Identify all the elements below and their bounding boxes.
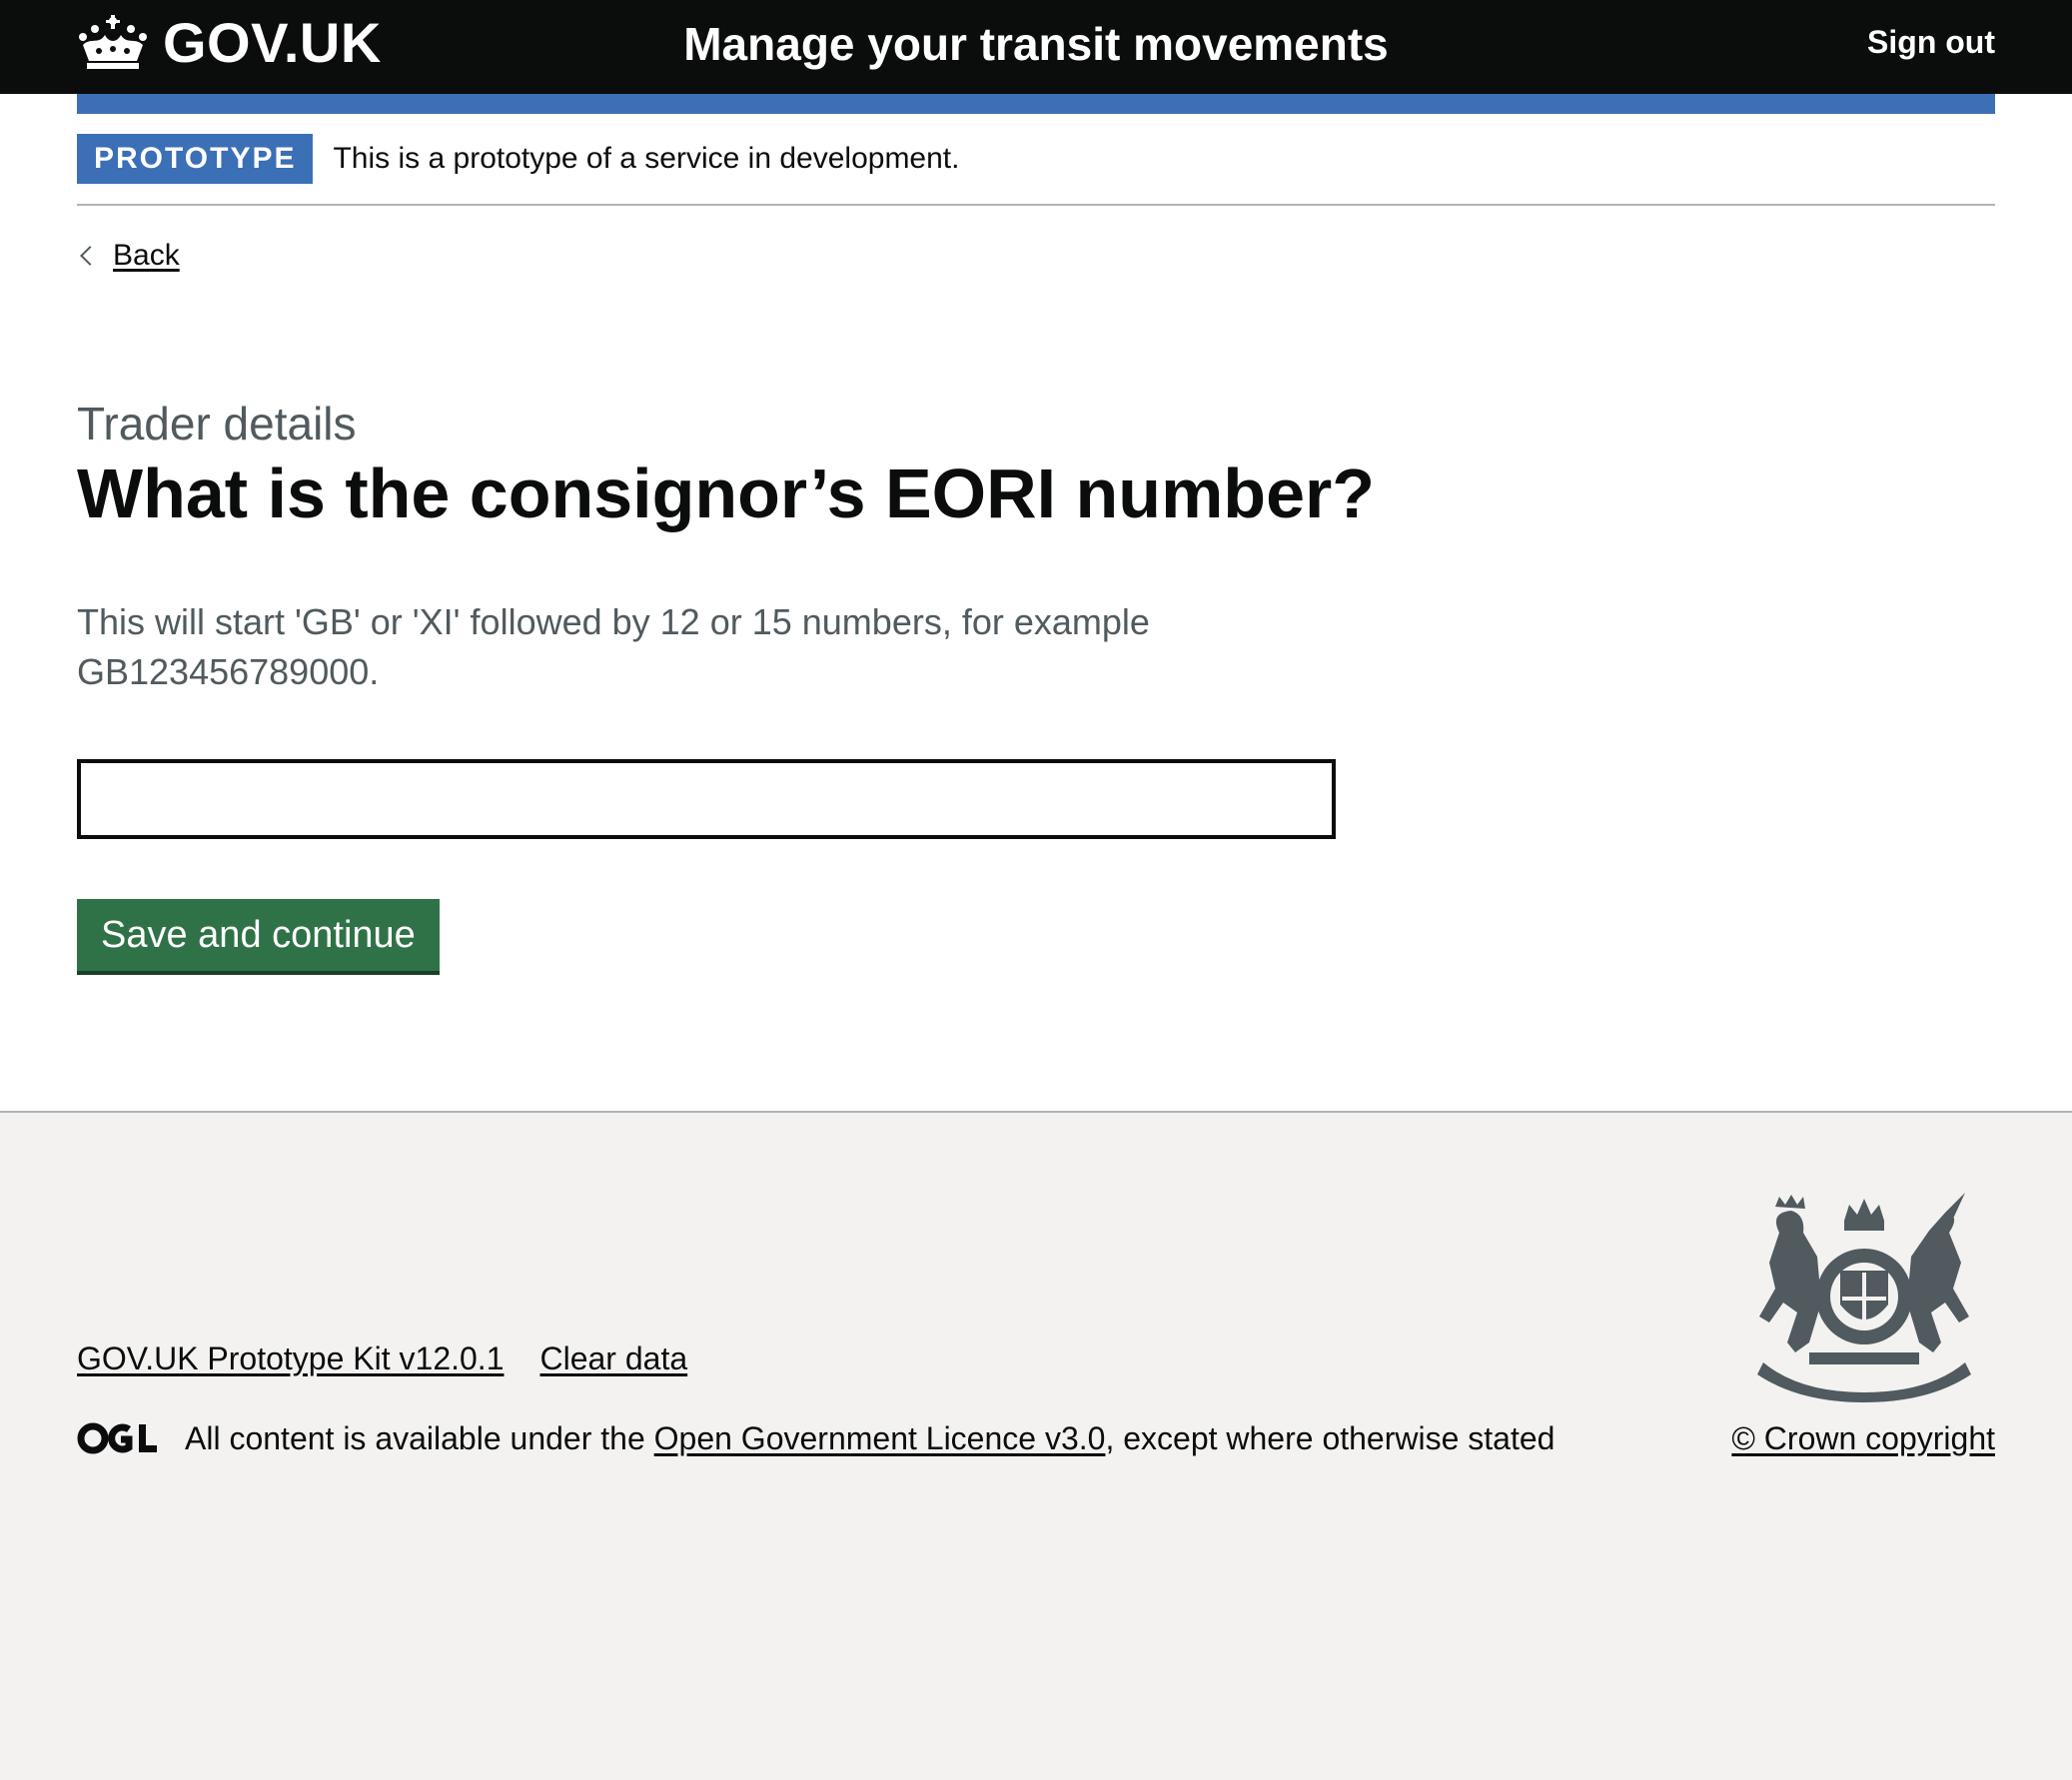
licence-statement: All content is available under the Open … xyxy=(77,1418,1554,1458)
footer-links: GOV.UK Prototype Kit v12.0.1 Clear data xyxy=(77,1338,687,1378)
page: GOV.UK Manage your transit movements Sig… xyxy=(0,0,2072,1111)
page-title: What is the consignor’s EORI number? xyxy=(77,454,1375,532)
site-header: GOV.UK Manage your transit movements Sig… xyxy=(0,0,2072,94)
ogl-logo xyxy=(77,1422,157,1454)
content-container: PROTOTYPE This is a prototype of a servi… xyxy=(77,114,1995,1111)
phase-tag: PROTOTYPE xyxy=(77,134,314,184)
field-hint: This will start 'GB' or 'XI' followed by… xyxy=(77,601,1150,692)
eori-number-input[interactable] xyxy=(77,759,1336,839)
back-link[interactable]: Back xyxy=(77,236,180,276)
crown-copyright-link[interactable]: © Crown copyright xyxy=(1731,1418,1995,1458)
footer-link-clear-data[interactable]: Clear data xyxy=(539,1338,687,1378)
save-and-continue-button[interactable]: Save and continue xyxy=(77,899,440,971)
back-label: Back xyxy=(113,239,180,272)
footer-link-prototype-kit[interactable]: GOV.UK Prototype Kit v12.0.1 xyxy=(77,1338,504,1378)
main-content: Trader details What is the consignor’s E… xyxy=(77,276,1995,1111)
site-footer: GOV.UK Prototype Kit v12.0.1 Clear data … xyxy=(0,1111,2072,1780)
service-name[interactable]: Manage your transit movements xyxy=(77,16,1995,72)
licence-prefix: All content is available under the xyxy=(185,1420,654,1456)
phase-text: This is a prototype of a service in deve… xyxy=(333,142,960,175)
page-caption: Trader details xyxy=(77,398,357,449)
licence-suffix: , except where otherwise stated xyxy=(1105,1420,1555,1456)
phase-banner: PROTOTYPE This is a prototype of a servi… xyxy=(77,114,1995,206)
sign-out-link[interactable]: Sign out xyxy=(1867,20,1995,64)
header-blue-bar xyxy=(77,94,1995,114)
chevron-left-icon xyxy=(80,246,100,266)
royal-coat-of-arms xyxy=(1757,1193,1971,1402)
licence-link[interactable]: Open Government Licence v3.0 xyxy=(654,1418,1106,1458)
